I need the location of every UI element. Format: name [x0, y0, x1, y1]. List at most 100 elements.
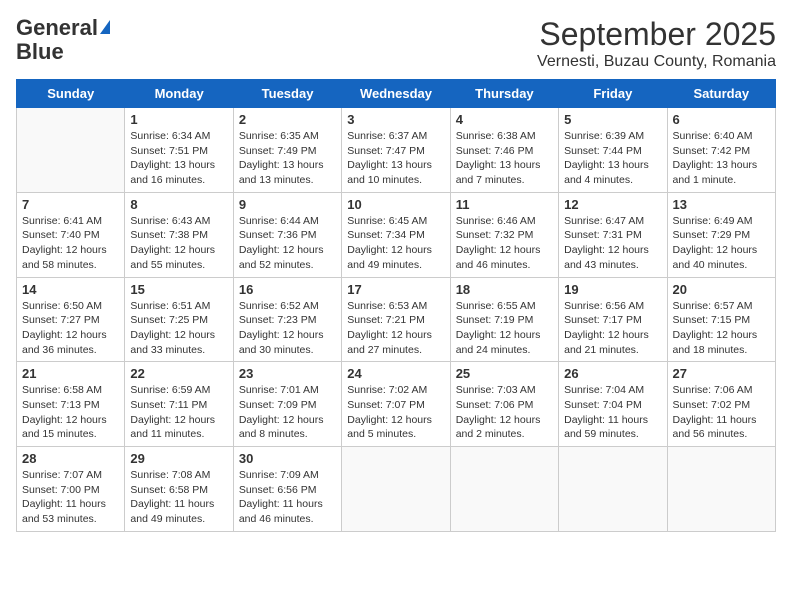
day-number: 20: [673, 282, 770, 297]
calendar-header-row: SundayMondayTuesdayWednesdayThursdayFrid…: [17, 80, 776, 108]
day-info: Sunrise: 7:03 AMSunset: 7:06 PMDaylight:…: [456, 383, 553, 442]
day-number: 23: [239, 366, 336, 381]
day-info: Sunrise: 6:58 AMSunset: 7:13 PMDaylight:…: [22, 383, 119, 442]
day-info: Sunrise: 7:02 AMSunset: 7:07 PMDaylight:…: [347, 383, 444, 442]
day-info: Sunrise: 6:43 AMSunset: 7:38 PMDaylight:…: [130, 214, 227, 273]
day-info: Sunrise: 6:56 AMSunset: 7:17 PMDaylight:…: [564, 299, 661, 358]
day-number: 30: [239, 451, 336, 466]
day-number: 15: [130, 282, 227, 297]
day-info: Sunrise: 6:44 AMSunset: 7:36 PMDaylight:…: [239, 214, 336, 273]
day-number: 8: [130, 197, 227, 212]
day-info: Sunrise: 6:53 AMSunset: 7:21 PMDaylight:…: [347, 299, 444, 358]
day-number: 1: [130, 112, 227, 127]
day-info: Sunrise: 6:51 AMSunset: 7:25 PMDaylight:…: [130, 299, 227, 358]
calendar-cell: 8 Sunrise: 6:43 AMSunset: 7:38 PMDaylight…: [125, 192, 233, 277]
calendar-cell: 16 Sunrise: 6:52 AMSunset: 7:23 PMDayligh…: [233, 277, 341, 362]
calendar-week-row: 21 Sunrise: 6:58 AMSunset: 7:13 PMDayligh…: [17, 362, 776, 447]
calendar-cell: [559, 447, 667, 532]
calendar-cell: 5Sunrise: 6:39 AMSunset: 7:44 PMDaylight…: [559, 108, 667, 193]
calendar-cell: 7Sunrise: 6:41 AMSunset: 7:40 PMDaylight…: [17, 192, 125, 277]
day-info: Sunrise: 6:45 AMSunset: 7:34 PMDaylight:…: [347, 214, 444, 273]
day-info: Sunrise: 6:39 AMSunset: 7:44 PMDaylight:…: [564, 129, 661, 188]
calendar-cell: 27Sunrise: 7:06 AMSunset: 7:02 PMDayligh…: [667, 362, 775, 447]
calendar-cell: 21 Sunrise: 6:58 AMSunset: 7:13 PMDayligh…: [17, 362, 125, 447]
calendar-cell: 30 Sunrise: 7:09 AMSunset: 6:56 PMDayligh…: [233, 447, 341, 532]
calendar-cell: 9 Sunrise: 6:44 AMSunset: 7:36 PMDaylight…: [233, 192, 341, 277]
calendar-cell: 1 Sunrise: 6:34 AMSunset: 7:51 PMDaylight…: [125, 108, 233, 193]
calendar-week-row: 1 Sunrise: 6:34 AMSunset: 7:51 PMDaylight…: [17, 108, 776, 193]
day-info: Sunrise: 6:37 AMSunset: 7:47 PMDaylight:…: [347, 129, 444, 188]
calendar-cell: 19 Sunrise: 6:56 AMSunset: 7:17 PMDayligh…: [559, 277, 667, 362]
day-number: 29: [130, 451, 227, 466]
day-info: Sunrise: 7:09 AMSunset: 6:56 PMDaylight:…: [239, 468, 336, 527]
day-number: 12: [564, 197, 661, 212]
day-number: 2: [239, 112, 336, 127]
day-number: 13: [673, 197, 770, 212]
day-info: Sunrise: 6:41 AMSunset: 7:40 PMDaylight:…: [22, 214, 119, 273]
day-info: Sunrise: 6:50 AMSunset: 7:27 PMDaylight:…: [22, 299, 119, 358]
calendar-cell: [342, 447, 450, 532]
calendar-cell: 15 Sunrise: 6:51 AMSunset: 7:25 PMDayligh…: [125, 277, 233, 362]
calendar-cell: 3 Sunrise: 6:37 AMSunset: 7:47 PMDaylight…: [342, 108, 450, 193]
title-block: September 2025 Vernesti, Buzau County, R…: [537, 16, 776, 71]
calendar-cell: 17 Sunrise: 6:53 AMSunset: 7:21 PMDayligh…: [342, 277, 450, 362]
calendar-table: SundayMondayTuesdayWednesdayThursdayFrid…: [16, 79, 776, 532]
day-number: 17: [347, 282, 444, 297]
calendar-cell: 18 Sunrise: 6:55 AMSunset: 7:19 PMDayligh…: [450, 277, 558, 362]
day-info: Sunrise: 7:06 AMSunset: 7:02 PMDaylight:…: [673, 383, 770, 442]
day-info: Sunrise: 6:46 AMSunset: 7:32 PMDaylight:…: [456, 214, 553, 273]
day-number: 14: [22, 282, 119, 297]
logo-text-general: General: [16, 16, 110, 40]
page-header: General Blue September 2025 Vernesti, Bu…: [16, 16, 776, 71]
day-number: 26: [564, 366, 661, 381]
logo: General Blue: [16, 16, 110, 64]
day-number: 6: [673, 112, 770, 127]
day-number: 28: [22, 451, 119, 466]
day-info: Sunrise: 6:34 AMSunset: 7:51 PMDaylight:…: [130, 129, 227, 188]
calendar-cell: 13Sunrise: 6:49 AMSunset: 7:29 PMDayligh…: [667, 192, 775, 277]
day-number: 25: [456, 366, 553, 381]
day-info: Sunrise: 6:55 AMSunset: 7:19 PMDaylight:…: [456, 299, 553, 358]
calendar-cell: [667, 447, 775, 532]
day-header-monday: Monday: [125, 80, 233, 108]
day-number: 11: [456, 197, 553, 212]
day-number: 19: [564, 282, 661, 297]
day-info: Sunrise: 6:47 AMSunset: 7:31 PMDaylight:…: [564, 214, 661, 273]
calendar-cell: 25 Sunrise: 7:03 AMSunset: 7:06 PMDayligh…: [450, 362, 558, 447]
calendar-cell: 26 Sunrise: 7:04 AMSunset: 7:04 PMDayligh…: [559, 362, 667, 447]
day-number: 18: [456, 282, 553, 297]
calendar-cell: 6Sunrise: 6:40 AMSunset: 7:42 PMDaylight…: [667, 108, 775, 193]
day-number: 10: [347, 197, 444, 212]
calendar-cell: 12 Sunrise: 6:47 AMSunset: 7:31 PMDayligh…: [559, 192, 667, 277]
day-header-thursday: Thursday: [450, 80, 558, 108]
day-info: Sunrise: 7:04 AMSunset: 7:04 PMDaylight:…: [564, 383, 661, 442]
calendar-cell: 24 Sunrise: 7:02 AMSunset: 7:07 PMDayligh…: [342, 362, 450, 447]
day-info: Sunrise: 6:52 AMSunset: 7:23 PMDaylight:…: [239, 299, 336, 358]
calendar-cell: 11 Sunrise: 6:46 AMSunset: 7:32 PMDayligh…: [450, 192, 558, 277]
day-number: 3: [347, 112, 444, 127]
calendar-week-row: 28Sunrise: 7:07 AMSunset: 7:00 PMDayligh…: [17, 447, 776, 532]
day-number: 16: [239, 282, 336, 297]
day-info: Sunrise: 6:59 AMSunset: 7:11 PMDaylight:…: [130, 383, 227, 442]
day-info: Sunrise: 6:57 AMSunset: 7:15 PMDaylight:…: [673, 299, 770, 358]
day-number: 24: [347, 366, 444, 381]
calendar-cell: 20 Sunrise: 6:57 AMSunset: 7:15 PMDayligh…: [667, 277, 775, 362]
day-number: 22: [130, 366, 227, 381]
calendar-cell: 23 Sunrise: 7:01 AMSunset: 7:09 PMDayligh…: [233, 362, 341, 447]
location-subtitle: Vernesti, Buzau County, Romania: [537, 53, 776, 71]
calendar-cell: [450, 447, 558, 532]
day-number: 4: [456, 112, 553, 127]
logo-text-blue: Blue: [16, 40, 64, 64]
day-info: Sunrise: 7:08 AMSunset: 6:58 PMDaylight:…: [130, 468, 227, 527]
day-header-tuesday: Tuesday: [233, 80, 341, 108]
day-header-wednesday: Wednesday: [342, 80, 450, 108]
day-number: 21: [22, 366, 119, 381]
calendar-cell: 29 Sunrise: 7:08 AMSunset: 6:58 PMDayligh…: [125, 447, 233, 532]
calendar-cell: [17, 108, 125, 193]
day-info: Sunrise: 6:35 AMSunset: 7:49 PMDaylight:…: [239, 129, 336, 188]
calendar-cell: 4Sunrise: 6:38 AMSunset: 7:46 PMDaylight…: [450, 108, 558, 193]
calendar-week-row: 14 Sunrise: 6:50 AMSunset: 7:27 PMDayligh…: [17, 277, 776, 362]
day-info: Sunrise: 7:01 AMSunset: 7:09 PMDaylight:…: [239, 383, 336, 442]
calendar-cell: 14 Sunrise: 6:50 AMSunset: 7:27 PMDayligh…: [17, 277, 125, 362]
day-number: 9: [239, 197, 336, 212]
